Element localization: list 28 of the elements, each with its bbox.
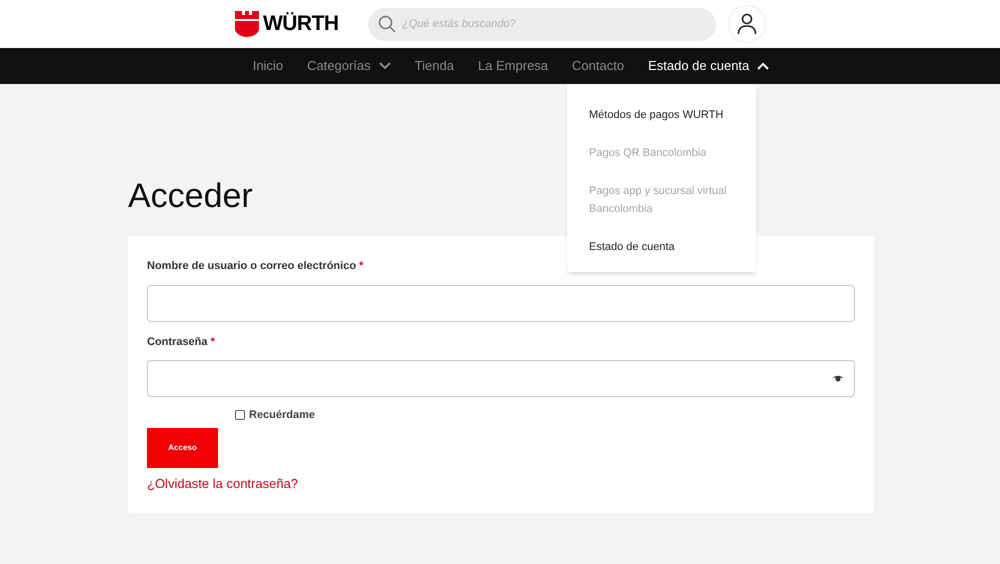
nav-link[interactable]: Inicio xyxy=(252,56,284,76)
chevron-icon xyxy=(378,62,391,70)
field-label: Contraseña xyxy=(147,336,208,348)
remember-checkbox[interactable] xyxy=(235,410,245,420)
field-label: Nombre de usuario o correo electrónico xyxy=(147,260,356,272)
account-button[interactable] xyxy=(728,5,766,43)
nav-link[interactable]: Tienda xyxy=(414,56,454,76)
search-field[interactable]: ¿Qué estás buscando? xyxy=(368,8,716,40)
remember-label: Recuérdame xyxy=(249,408,316,423)
nav-link[interactable]: Contacto xyxy=(572,56,624,76)
dropdown-item[interactable]: Métodos de pagos WURTH xyxy=(589,106,734,124)
required-mark: * xyxy=(359,260,364,272)
logo-text: WÜRTH xyxy=(263,11,339,38)
required-mark: * xyxy=(210,336,215,348)
nav-link[interactable]: Categorías xyxy=(307,56,391,76)
search-icon xyxy=(378,14,396,32)
login-button[interactable]: Acceso xyxy=(147,428,218,468)
logo-icon xyxy=(235,11,259,37)
eye-icon[interactable] xyxy=(832,375,844,382)
chevron-icon xyxy=(757,62,770,70)
username-field[interactable] xyxy=(147,284,855,322)
page-title: Acceder xyxy=(128,176,253,216)
nav-link[interactable]: Estado de cuenta xyxy=(648,56,770,76)
dropdown-item[interactable]: Estado de cuenta xyxy=(589,238,734,256)
user-icon xyxy=(737,13,757,35)
forgot-password-link[interactable]: ¿Olvidaste la contraseña? xyxy=(147,474,855,493)
password-field[interactable] xyxy=(147,360,855,397)
nav-link[interactable]: La Empresa xyxy=(478,56,548,76)
